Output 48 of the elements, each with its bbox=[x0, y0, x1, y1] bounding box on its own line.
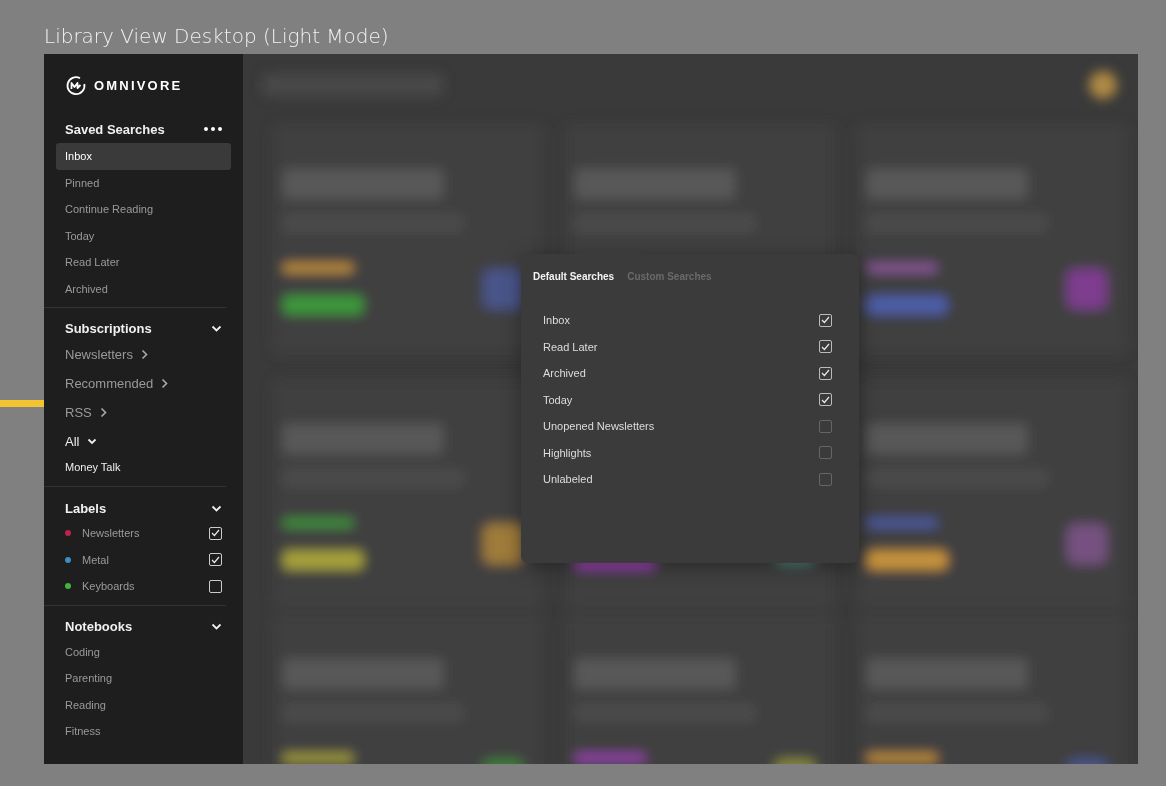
chevron-down-icon bbox=[87, 438, 98, 445]
sidebar-item[interactable]: Archived bbox=[56, 275, 231, 302]
checkbox[interactable] bbox=[819, 472, 832, 486]
search-name: Highlights bbox=[543, 446, 592, 459]
search-name: Today bbox=[543, 393, 573, 406]
sidebar-item[interactable]: Parenting bbox=[56, 665, 231, 692]
section-title: Labels bbox=[65, 500, 107, 516]
chevron-right-icon bbox=[99, 407, 107, 418]
search-name: Inbox bbox=[543, 314, 570, 327]
sidebar-item[interactable]: Reading bbox=[56, 691, 231, 718]
label-name[interactable]: Newsletters bbox=[82, 527, 209, 540]
logo-text: OMNIVORE bbox=[94, 78, 183, 93]
checkbox[interactable] bbox=[819, 366, 832, 380]
chevron-right-icon bbox=[161, 378, 169, 389]
sidebar-item[interactable]: Read Later bbox=[56, 249, 231, 276]
chevron-down-icon[interactable] bbox=[211, 324, 222, 332]
section-title: Notebooks bbox=[65, 619, 133, 634]
section-title: Saved Searches bbox=[65, 121, 165, 137]
checkbox[interactable] bbox=[819, 340, 832, 354]
sidebar-item[interactable]: Inbox bbox=[56, 143, 231, 170]
sidebar-item[interactable]: Money Talk bbox=[56, 456, 231, 478]
sidebar-item[interactable]: Fitness bbox=[56, 718, 231, 745]
label-name[interactable]: Metal bbox=[82, 553, 209, 566]
checkbox[interactable] bbox=[819, 446, 832, 460]
section-title: Subscriptions bbox=[65, 320, 152, 336]
more-icon[interactable] bbox=[204, 127, 222, 131]
sidebar-item[interactable]: Recommended bbox=[56, 369, 231, 398]
search-name: Unopened Newsletters bbox=[543, 420, 655, 433]
search-name: Unlabeled bbox=[543, 473, 593, 486]
chevron-down-icon[interactable] bbox=[211, 504, 222, 512]
search-name: Archived bbox=[543, 367, 586, 380]
sidebar-item[interactable]: RSS bbox=[56, 398, 231, 427]
search-name: Read Later bbox=[543, 340, 598, 353]
logo-icon bbox=[65, 74, 87, 97]
checkbox[interactable] bbox=[819, 313, 832, 327]
sidebar-item[interactable]: All bbox=[56, 427, 231, 456]
tab[interactable]: Default Searches bbox=[533, 268, 615, 285]
sidebar-item[interactable]: Coding bbox=[56, 638, 231, 665]
label-name[interactable]: Keyboards bbox=[82, 580, 209, 593]
checkbox[interactable] bbox=[819, 393, 832, 407]
chevron-down-icon[interactable] bbox=[211, 623, 222, 630]
sidebar-item[interactable]: Pinned bbox=[56, 169, 231, 196]
sidebar-item[interactable]: Continue Reading bbox=[56, 196, 231, 223]
chevron-right-icon bbox=[140, 349, 148, 360]
sidebar-item[interactable]: Today bbox=[56, 222, 231, 249]
page-title: Library View Desktop (Light Mode) bbox=[44, 24, 389, 48]
checkbox[interactable] bbox=[819, 419, 832, 433]
sidebar-item[interactable]: Newsletters bbox=[56, 340, 231, 369]
